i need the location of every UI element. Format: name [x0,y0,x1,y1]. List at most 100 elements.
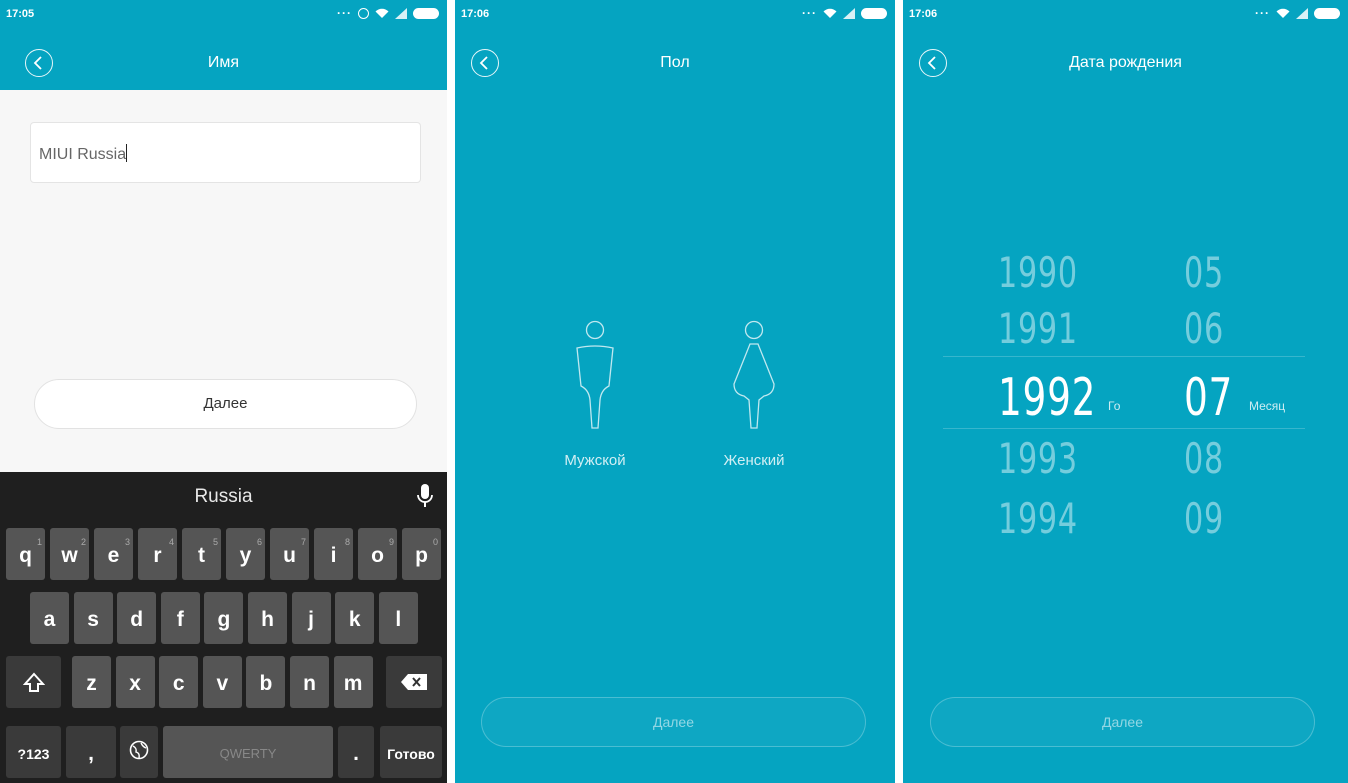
year-option[interactable]: 1994 [998,494,1078,543]
next-button[interactable]: Далее [481,697,866,747]
female-label[interactable]: Женский [704,452,804,469]
month-option[interactable]: 05 [1184,248,1224,297]
month-option[interactable]: 08 [1184,434,1224,483]
month-unit-label: Месяц [1249,399,1286,413]
key-k[interactable]: k [335,592,375,644]
key-g[interactable]: g [204,592,244,644]
name-input[interactable]: MIUI Russia [30,122,421,183]
name-screen: 17:05 ··· Имя MIUI Russia Далее Russia q… [0,0,447,783]
next-button[interactable]: Далее [930,697,1315,747]
comma-key[interactable]: , [66,726,116,778]
key-b[interactable]: b [246,656,286,708]
suggestion-chip[interactable]: Russia [0,472,447,522]
keyboard: Russia q1w2e3r4t5y6u7i8o9p0 asdfghjkl zx… [0,472,447,783]
key-r[interactable]: r4 [138,528,177,580]
year-option[interactable]: 1990 [998,248,1078,297]
title-bar: Имя [0,30,447,90]
title-bar: Дата рождения [903,30,1348,90]
key-l[interactable]: l [378,592,418,644]
backspace-key[interactable] [386,656,442,708]
key-v[interactable]: v [202,656,242,708]
status-bar: 17:05 ··· [0,0,447,30]
alarm-icon [358,7,369,19]
key-e[interactable]: e3 [94,528,133,580]
selected-year[interactable]: 1992 [998,368,1096,428]
year-unit-label: Го [1108,399,1121,413]
birthdate-screen: 17:06 ··· Дата рождения 1990 1991 1992 1993… [903,0,1348,783]
key-a[interactable]: a [30,592,69,644]
page-title: Дата рождения [1069,54,1182,71]
page-title: Имя [207,54,240,71]
key-hint: 9 [388,537,394,547]
done-key[interactable]: Готово [380,726,442,778]
key-hint: 6 [256,537,262,547]
key-h[interactable]: h [248,592,287,644]
key-p[interactable]: p0 [402,528,441,580]
key-s[interactable]: s [73,592,113,644]
key-hint: 0 [432,537,438,547]
key-hint: 1 [36,537,42,547]
battery-icon [1314,7,1340,19]
wifi-icon [1276,8,1290,18]
male-label[interactable]: Мужской [545,452,645,469]
female-figure-icon[interactable] [728,320,780,432]
picker-divider-top [943,356,1305,357]
male-figure-icon[interactable] [569,320,621,432]
key-t[interactable]: t5 [182,528,221,580]
status-time: 17:06 [461,8,490,20]
language-key[interactable] [120,726,158,778]
key-d[interactable]: d [117,592,157,644]
key-w[interactable]: w2 [50,528,89,580]
microphone-icon[interactable] [417,484,433,510]
key-hint: 7 [300,537,306,547]
cell-signal-icon [395,7,407,19]
battery-icon [861,7,887,19]
status-bar: 17:06 ··· [903,0,1348,30]
key-u[interactable]: u7 [270,528,309,580]
status-time: 17:06 [909,8,938,20]
month-option[interactable]: 09 [1184,494,1224,543]
year-option[interactable]: 1993 [998,434,1078,483]
gender-screen: 17:06 ··· Пол Мужской Женский Далее [455,0,895,783]
key-hint: 4 [168,537,174,547]
key-z[interactable]: z [72,656,111,708]
battery-icon [413,7,439,19]
name-input-value: MIUI Russia [39,146,127,163]
key-j[interactable]: j [291,592,331,644]
signal-dots-icon: ··· [337,6,352,20]
key-n[interactable]: n [290,656,329,708]
next-button[interactable]: Далее [34,379,417,429]
key-m[interactable]: m [333,656,373,708]
key-hint: 8 [344,537,350,547]
selected-month[interactable]: 07 [1184,368,1233,428]
globe-icon [129,740,149,760]
page-title: Пол [660,54,690,71]
wifi-icon [823,8,837,18]
wifi-icon [375,8,389,18]
key-hint: 3 [124,537,130,547]
key-x[interactable]: x [115,656,155,708]
key-hint: 2 [80,537,86,547]
status-bar: 17:06 ··· [455,0,895,30]
picker-divider-bottom [943,428,1305,429]
year-option[interactable]: 1991 [998,304,1078,353]
cell-signal-icon [1296,7,1308,19]
key-y[interactable]: y6 [226,528,265,580]
key-hint: 5 [212,537,218,547]
period-key[interactable]: . [338,726,374,778]
key-o[interactable]: o9 [358,528,397,580]
key-f[interactable]: f [160,592,200,644]
key-i[interactable]: i8 [314,528,353,580]
signal-dots-icon: ··· [1255,6,1270,20]
cell-signal-icon [843,7,855,19]
title-bar: Пол [455,30,895,90]
key-c[interactable]: c [159,656,199,708]
symbols-key[interactable]: ?123 [6,726,61,778]
status-time: 17:05 [6,8,35,20]
backspace-icon [401,674,427,690]
space-key[interactable]: QWERTY [163,726,333,778]
month-option[interactable]: 06 [1184,304,1224,353]
text-caret [126,144,128,162]
shift-key[interactable] [6,656,61,708]
key-q[interactable]: q1 [6,528,45,580]
